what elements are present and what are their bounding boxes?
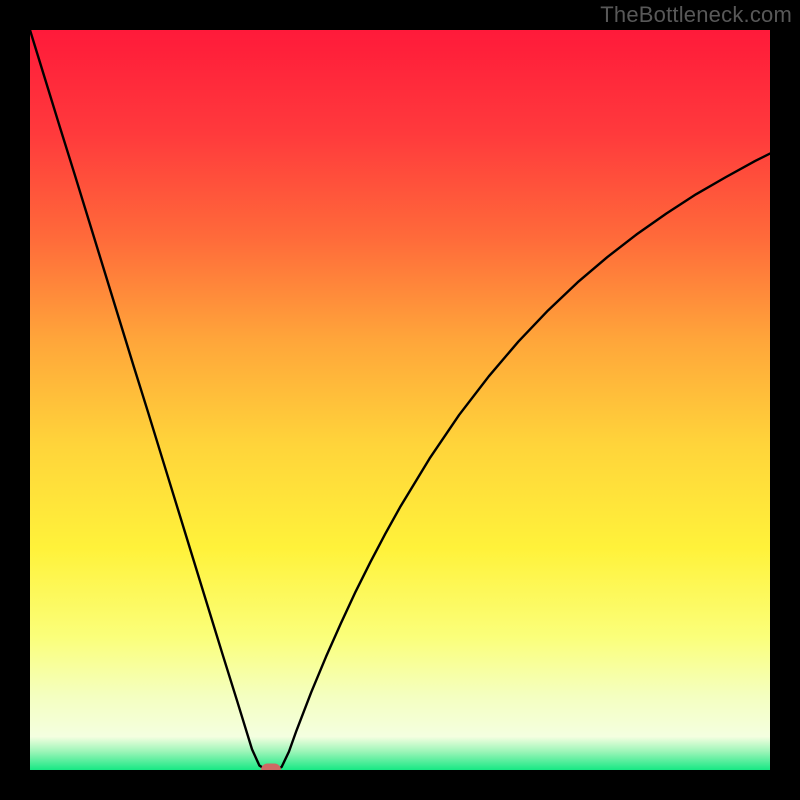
chart-svg <box>30 30 770 770</box>
chart-container: TheBottleneck.com <box>0 0 800 800</box>
optimum-marker <box>261 764 281 771</box>
watermark-text: TheBottleneck.com <box>600 2 792 28</box>
gradient-background <box>30 30 770 770</box>
plot-area <box>30 30 770 770</box>
